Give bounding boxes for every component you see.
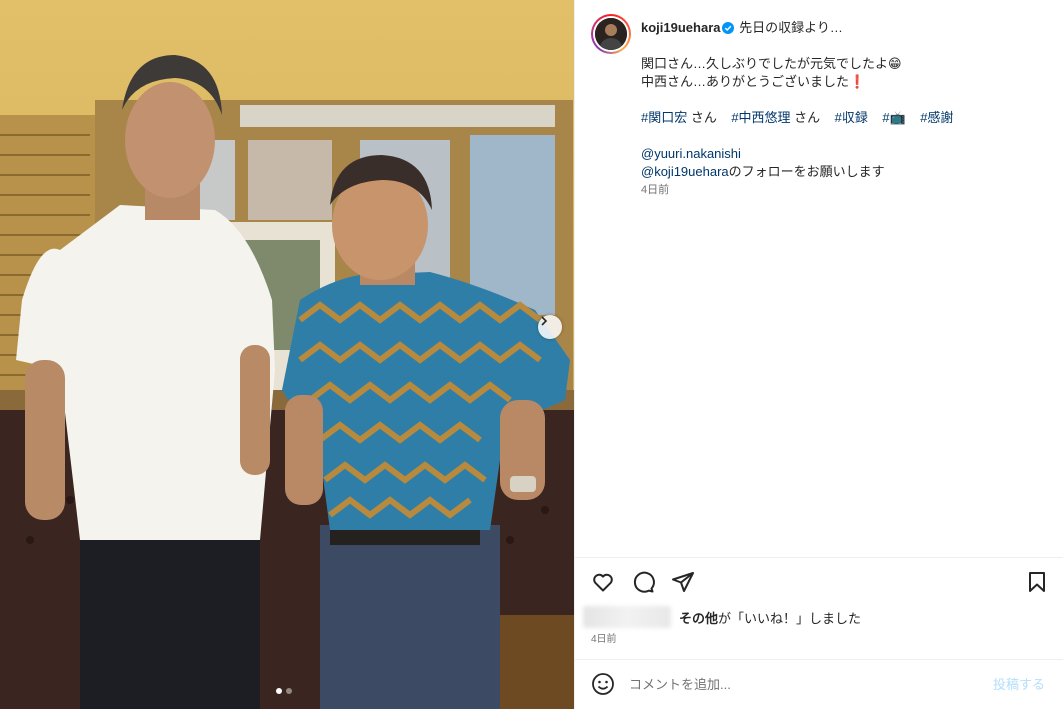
username-link[interactable]: koji19uehara xyxy=(641,20,721,35)
likes-text: が「いいね！」しました xyxy=(718,610,862,626)
post-comment-button[interactable]: 投稿する xyxy=(993,674,1045,693)
photo-illustration xyxy=(0,0,574,709)
comment-input[interactable] xyxy=(629,673,969,695)
likes-summary[interactable]: その他 が「いいね！」しました xyxy=(583,605,861,629)
carousel-next-button[interactable] xyxy=(538,315,562,339)
action-bar xyxy=(591,570,695,594)
follow-request-text: のフォローをお願いします xyxy=(728,164,885,179)
likes-others-label: その他 xyxy=(679,610,719,626)
share-button[interactable] xyxy=(671,570,695,594)
hashtag-list: #関口宏 さん #中西悠理 さん #収録 #📺 #感謝 xyxy=(641,109,1051,127)
caption-text-line-2: 中西さん…ありがとうございました❗️ xyxy=(641,74,866,89)
bookmark-icon xyxy=(1029,572,1045,592)
verified-badge-icon xyxy=(721,22,734,34)
heart-icon xyxy=(593,573,613,592)
actions-divider xyxy=(575,557,1063,558)
caption-title: 先日の収録より… xyxy=(739,20,843,35)
mention-link[interactable]: @yuuri.nakanishi xyxy=(641,146,741,161)
hashtag-link[interactable]: #関口宏 xyxy=(641,110,687,125)
hashtag-link[interactable]: #収録 xyxy=(835,110,868,125)
caption-text-line-1: 関口さん…久しぶりでしたが元気でしたよ😁 xyxy=(641,56,902,71)
like-button[interactable] xyxy=(591,570,615,594)
save-button[interactable] xyxy=(1025,570,1049,594)
hashtag-link[interactable]: #中西悠理 xyxy=(731,110,790,125)
share-icon xyxy=(672,572,694,592)
carousel-indicator xyxy=(276,688,292,694)
caption-timestamp: 4日前 xyxy=(641,184,670,196)
carousel-dot-active xyxy=(276,688,282,694)
comment-icon xyxy=(633,571,655,593)
comment-button[interactable] xyxy=(631,570,655,594)
post-photo[interactable] xyxy=(0,0,574,709)
post-timestamp[interactable]: 4日前 xyxy=(591,630,617,645)
carousel-dot xyxy=(286,688,292,694)
chevron-right-icon xyxy=(541,316,548,326)
emoji-button[interactable] xyxy=(591,672,615,696)
comment-bar: 投稿する xyxy=(575,659,1063,709)
emoji-icon xyxy=(592,673,614,695)
hashtag-suffix: さん xyxy=(790,110,821,125)
hashtag-link[interactable]: #感謝 xyxy=(920,110,953,125)
avatar-image xyxy=(595,18,627,50)
post-sidebar: koji19uehara 先日の収録より… 関口さん…久しぶりでしたが元気でした… xyxy=(574,0,1063,709)
hashtag-suffix: さん xyxy=(687,110,717,125)
avatar[interactable] xyxy=(591,14,631,54)
liker-avatars xyxy=(583,606,671,628)
mention-link[interactable]: @koji19uehara xyxy=(641,164,729,179)
hashtag-link[interactable]: #📺 xyxy=(882,110,905,125)
